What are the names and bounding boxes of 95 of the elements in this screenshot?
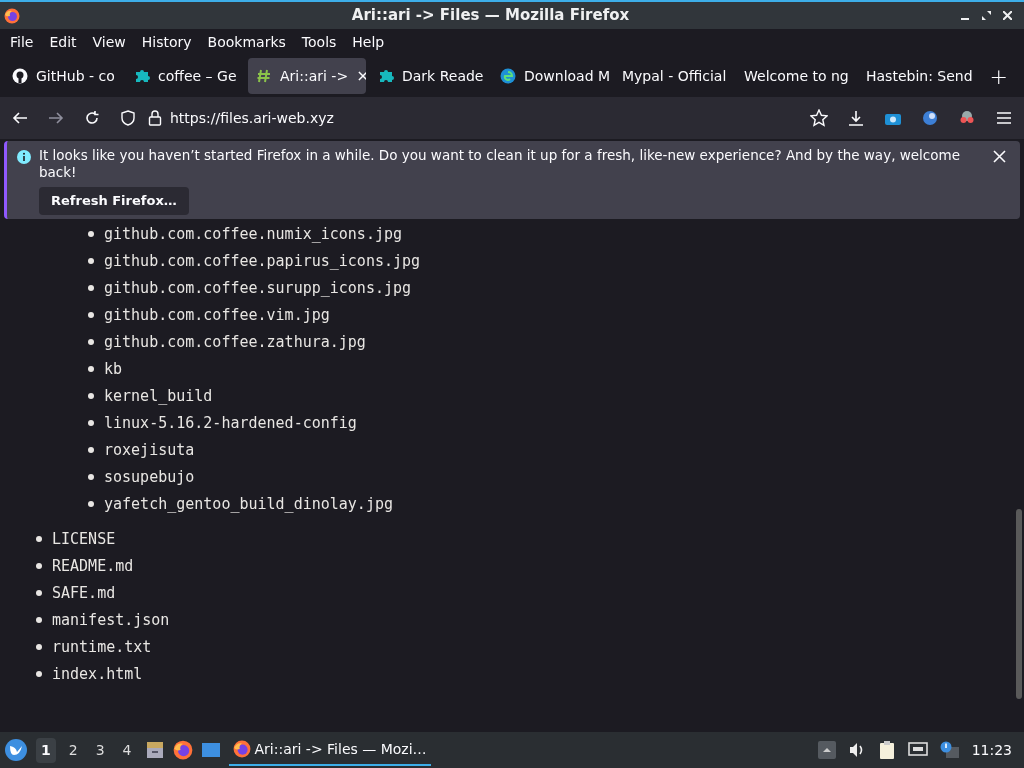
url-field[interactable]: https://files.ari-web.xyz <box>170 107 334 129</box>
globe-icon[interactable] <box>922 110 938 126</box>
bullet-icon <box>88 285 94 291</box>
bullet-icon <box>88 366 94 372</box>
browser-tab[interactable]: Dark Reade <box>370 58 488 94</box>
bullet-icon <box>36 563 42 569</box>
file-link[interactable]: github.com.coffee.vim.jpg <box>104 303 330 327</box>
file-link[interactable]: github.com.coffee.numix_icons.jpg <box>104 222 402 246</box>
menu-item[interactable]: History <box>135 31 198 53</box>
close-icon[interactable] <box>1003 11 1012 20</box>
notification-message: It looks like you haven’t started Firefox in a while. Do you want to clean it up for a fresh, like-new experience? And by the way, welcome back! <box>39 147 961 181</box>
download-icon[interactable] <box>848 110 864 126</box>
bullet-icon <box>88 258 94 264</box>
scrollbar-thumb[interactable] <box>1016 508 1022 699</box>
bullet-icon <box>88 447 94 453</box>
bird-logo-icon[interactable] <box>4 738 28 762</box>
refresh-firefox-button[interactable]: Refresh Firefox… <box>39 187 189 215</box>
bullet-icon <box>88 474 94 480</box>
tab-title: coffee – Ge <box>158 66 237 86</box>
firefox-icon <box>232 740 251 758</box>
update-icon[interactable] <box>939 741 960 759</box>
file-link[interactable]: README.md <box>52 554 134 578</box>
firefox-icon <box>4 7 20 24</box>
file-link[interactable]: kernel_build <box>104 384 213 408</box>
taskbar-window-button[interactable]: Ari::ari -> Files — Mozi… <box>228 734 431 766</box>
file-cabinet-icon[interactable] <box>144 740 165 760</box>
file-link[interactable]: SAFE.md <box>52 581 116 605</box>
file-link[interactable]: manifest.json <box>52 608 170 632</box>
window-icon[interactable] <box>200 741 221 759</box>
bullet-icon <box>88 501 94 507</box>
file-link[interactable]: kb <box>104 357 123 381</box>
file-link[interactable]: github.com.coffee.surupp_icons.jpg <box>104 276 412 300</box>
workspace-button[interactable]: 3 <box>90 737 110 763</box>
file-link[interactable]: sosupebujo <box>104 465 195 489</box>
menu-item[interactable]: Bookmarks <box>201 31 292 53</box>
file-link[interactable]: index.html <box>52 662 143 686</box>
bullet-icon <box>88 420 94 426</box>
tab-title: Hastebin: Send <box>866 66 973 86</box>
hash-icon <box>256 68 272 84</box>
workspace-button[interactable]: 2 <box>63 737 83 763</box>
forward-icon[interactable] <box>48 110 64 126</box>
file-link[interactable]: github.com.coffee.papirus_icons.jpg <box>104 249 421 273</box>
tab-title: Welcome to ng <box>744 66 849 86</box>
file-link[interactable]: yafetch_gentoo_build_dinolay.jpg <box>104 492 393 516</box>
menu-item[interactable]: Tools <box>295 31 343 53</box>
tab-title: Download M <box>524 66 610 86</box>
file-link[interactable]: runtime.txt <box>52 635 152 659</box>
bullet-icon <box>88 312 94 318</box>
restore-icon[interactable] <box>982 11 991 20</box>
browser-tab[interactable]: Mypal - Official <box>614 58 732 94</box>
window-title: Ari::ari -> Files — Mozilla Firefox <box>350 5 631 27</box>
tab-title: GitHub - co <box>36 66 115 86</box>
octocat-icon <box>12 68 28 84</box>
bullet-icon <box>36 671 42 677</box>
file-link[interactable]: github.com.coffee.zathura.jpg <box>104 330 366 354</box>
bullet-icon <box>36 617 42 623</box>
file-link[interactable]: linux-5.16.2-hardened-config <box>104 411 357 435</box>
bullet-icon <box>36 536 42 542</box>
clipboard-icon[interactable] <box>877 740 896 760</box>
browser-tab[interactable]: GitHub - co <box>4 58 122 94</box>
network-icon[interactable] <box>907 741 928 759</box>
swirl-icon <box>500 68 516 84</box>
tab-title: Dark Reade <box>402 66 484 86</box>
info-icon <box>17 150 31 164</box>
browser-tab[interactable]: Welcome to ng <box>736 58 854 94</box>
menu-item[interactable]: Help <box>346 31 391 53</box>
file-link[interactable]: LICENSE <box>52 527 116 551</box>
bullet-icon <box>36 590 42 596</box>
clock: 11:23 <box>971 740 1012 760</box>
browser-tab[interactable]: Hastebin: Send <box>858 58 976 94</box>
window-title: Ari::ari -> Files — Mozi… <box>254 739 427 759</box>
workspace-button[interactable]: 1 <box>36 737 56 763</box>
menu-item[interactable]: File <box>4 31 40 53</box>
menu-item[interactable]: Edit <box>43 31 83 53</box>
lock-icon[interactable] <box>148 110 162 126</box>
firefox-icon <box>172 740 193 760</box>
reload-icon[interactable] <box>84 110 100 126</box>
browser-tab[interactable]: Download M <box>492 58 610 94</box>
puzzle-icon <box>134 68 150 84</box>
menu-item[interactable]: View <box>86 31 132 53</box>
workspace-button[interactable]: 4 <box>117 737 137 763</box>
puzzle-icon <box>378 68 394 84</box>
file-link[interactable]: roxejisuta <box>104 438 195 462</box>
tab-title: Mypal - Official <box>622 66 727 86</box>
star-icon[interactable] <box>810 109 828 127</box>
tab-title: Ari::ari -> <box>280 66 349 86</box>
shield-icon[interactable] <box>120 110 136 126</box>
menu-icon[interactable] <box>996 111 1012 125</box>
bullet-icon <box>88 393 94 399</box>
bullet-icon <box>36 644 42 650</box>
bullet-icon <box>88 339 94 345</box>
browser-tab[interactable]: coffee – Ge <box>126 58 244 94</box>
bullet-icon <box>88 231 94 237</box>
new-tab-button[interactable]: + <box>989 59 1008 93</box>
back-icon[interactable] <box>12 110 28 126</box>
